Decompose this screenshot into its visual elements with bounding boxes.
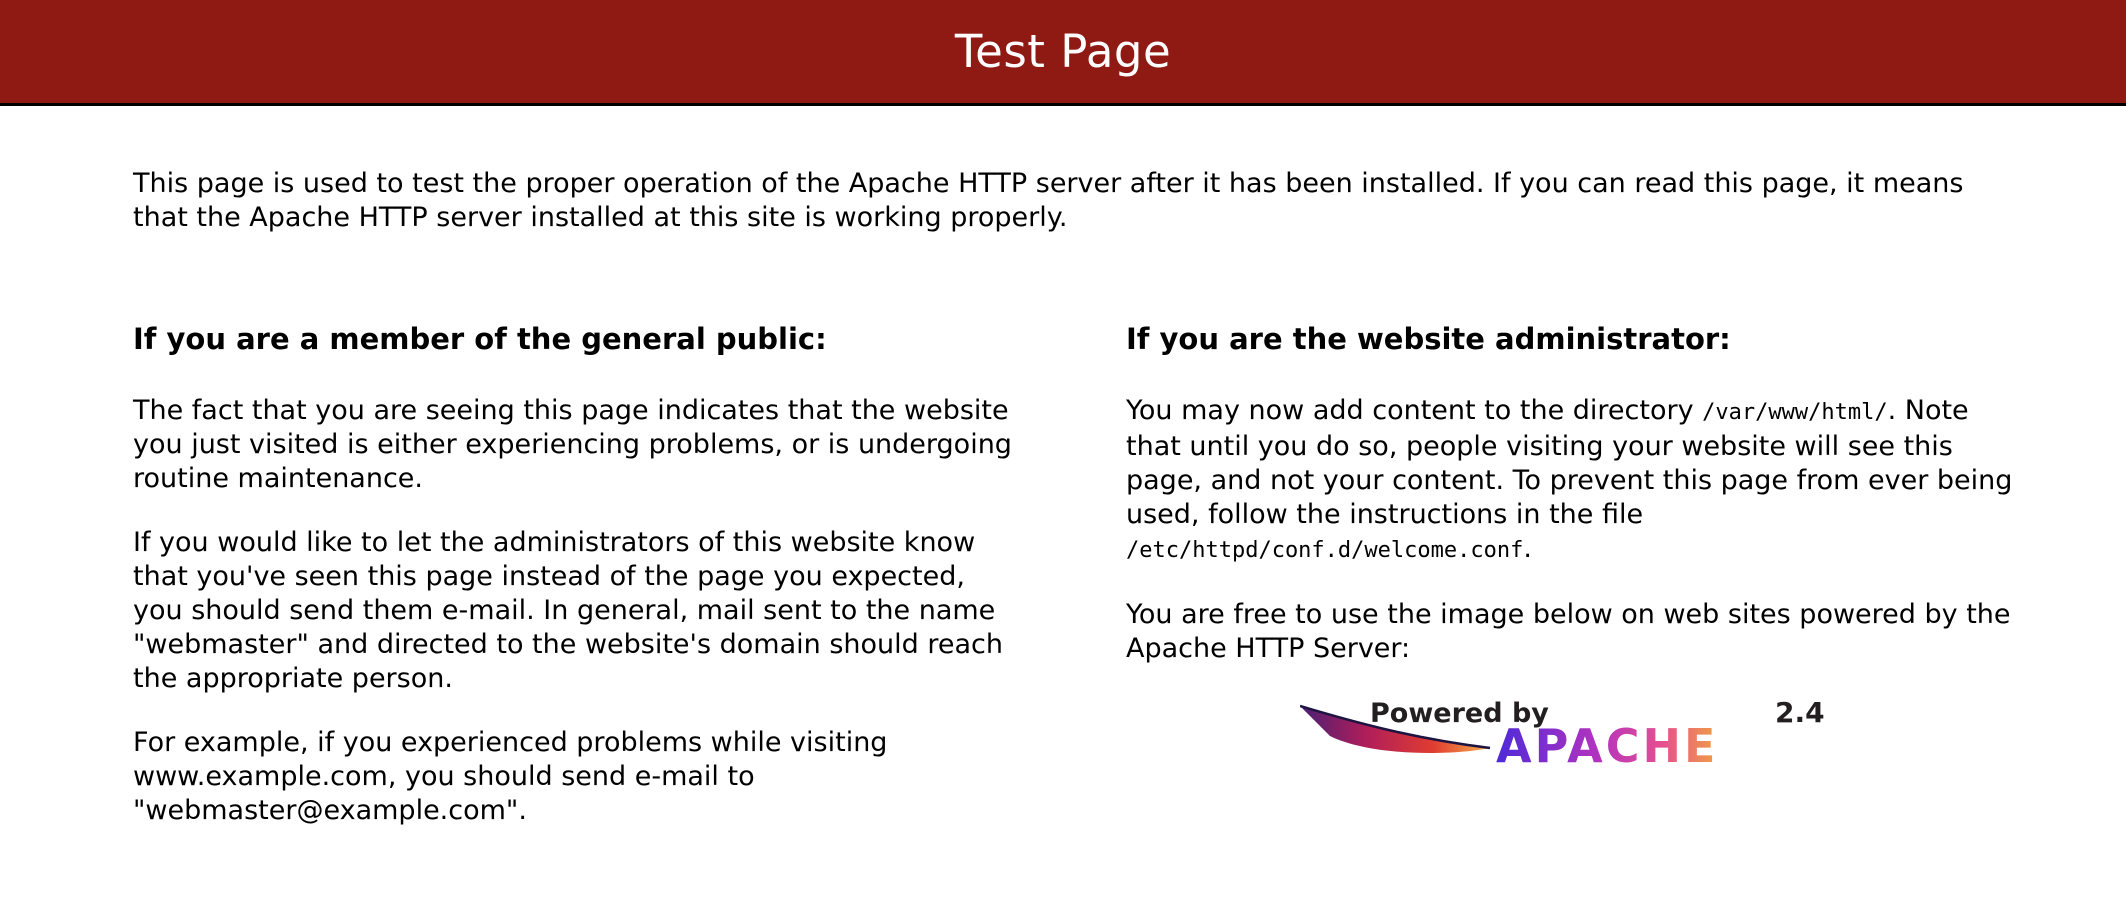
administrator-heading: If you are the website administrator: <box>1126 322 1731 356</box>
apache-badge-graphic: Powered by 2.4 APACHE <box>1300 696 1825 771</box>
website-administrator-section: If you are the website administrator: Yo… <box>1126 321 2016 771</box>
document-root-path: /var/www/html/ <box>1702 400 1888 425</box>
public-paragraph-2: If you would like to let the administrat… <box>133 527 1003 694</box>
apache-version-text: 2.4 <box>1775 696 1825 729</box>
page-header: Test Page <box>0 0 2126 106</box>
administrator-paragraph-1: You may now add content to the directory… <box>1126 394 2016 568</box>
page-content: This page is used to test the proper ope… <box>133 106 2012 841</box>
page-title: Test Page <box>954 25 1172 78</box>
admin-text-before-directory: You may now add content to the directory <box>1126 395 1703 426</box>
public-paragraph-1: The fact that you are seeing this page i… <box>133 395 1012 494</box>
welcome-conf-path: /etc/httpd/conf.d/welcome.conf <box>1126 538 1524 563</box>
general-public-section: If you are a member of the general publi… <box>133 321 1023 858</box>
general-public-heading: If you are a member of the general publi… <box>133 322 827 356</box>
administrator-paragraph-2: You are free to use the image below on w… <box>1126 599 2011 664</box>
intro-text: This page is used to test the proper ope… <box>133 168 1964 233</box>
public-paragraph-3: For example, if you experienced problems… <box>133 727 888 826</box>
two-column-section: If you are a member of the general publi… <box>133 321 2012 841</box>
powered-by-apache-badge: Powered by 2.4 APACHE <box>1300 696 1830 771</box>
admin-text-after-file: . <box>1523 533 1532 564</box>
apache-brand-text: APACHE <box>1496 719 1718 771</box>
